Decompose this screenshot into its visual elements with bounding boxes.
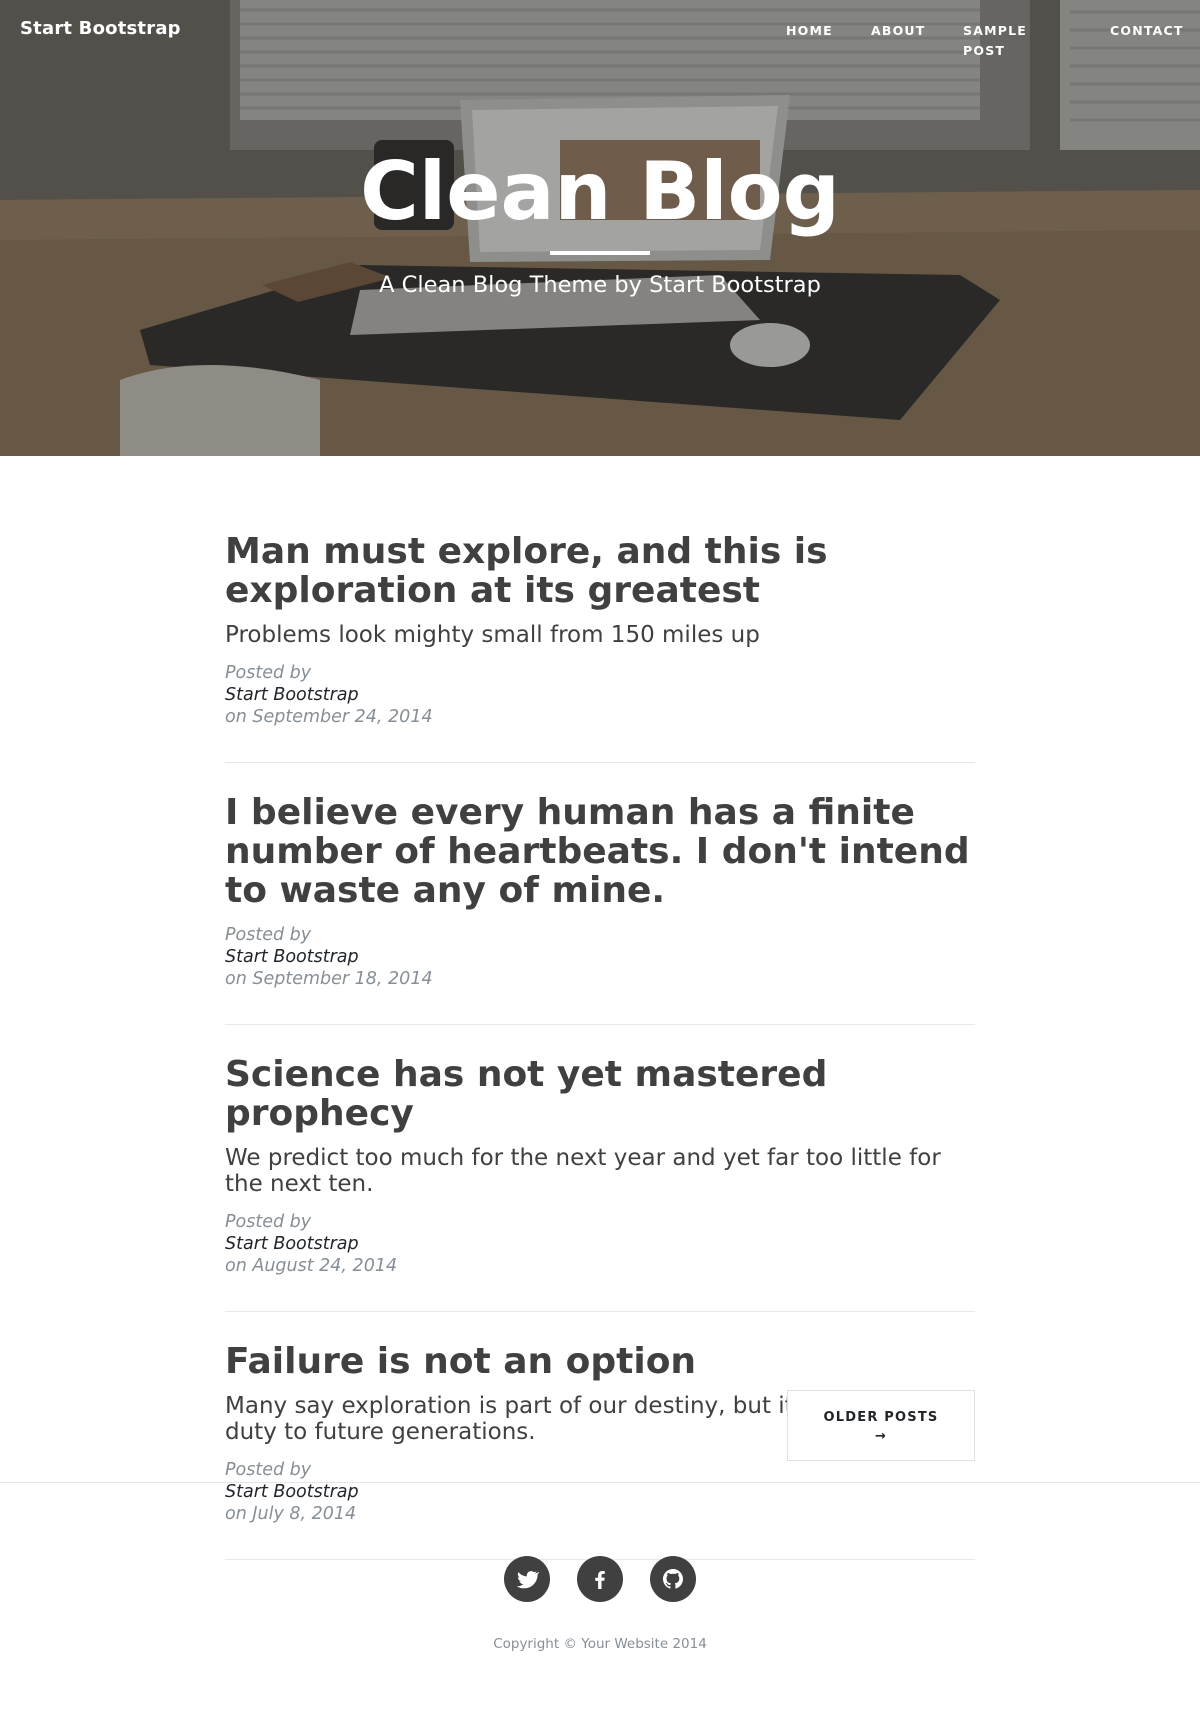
post-meta-prefix: Posted by	[225, 1460, 312, 1480]
post-preview: I believe every human has a finite numbe…	[225, 793, 975, 1025]
nav-home[interactable]: HOME	[786, 21, 833, 41]
facebook-button[interactable]	[577, 1556, 623, 1602]
site-heading: Clean Blog A Clean Blog Theme by Start B…	[0, 148, 1200, 299]
masthead: Start Bootstrap HOME ABOUT SAMPLE POST C…	[0, 0, 1200, 456]
heading-divider	[550, 251, 650, 255]
post-author-link[interactable]: Start Bootstrap	[225, 1233, 975, 1255]
site-subtitle: A Clean Blog Theme by Start Bootstrap	[379, 272, 821, 298]
nav-about[interactable]: ABOUT	[871, 21, 926, 41]
post-subtitle[interactable]: Problems look mighty small from 150 mile…	[225, 622, 975, 648]
post-author-link[interactable]: Start Bootstrap	[225, 684, 975, 706]
post-link[interactable]: Man must explore, and this is exploratio…	[225, 532, 975, 648]
nav-contact[interactable]: CONTACT	[1110, 21, 1184, 41]
nav-sample-post[interactable]: SAMPLE POST	[963, 21, 1043, 61]
post-link[interactable]: Science has not yet mastered prophecy We…	[225, 1055, 975, 1197]
post-date: on August 24, 2014	[225, 1256, 398, 1276]
post-title[interactable]: I believe every human has a finite numbe…	[225, 793, 975, 910]
footer-divider	[0, 1482, 1200, 1483]
older-posts-button[interactable]: OLDER POSTS →	[787, 1390, 975, 1461]
twitter-icon	[516, 1571, 539, 1589]
post-meta: Posted by Start Bootstrap on August 24, …	[225, 1211, 975, 1277]
post-meta-prefix: Posted by	[225, 663, 312, 683]
post-title[interactable]: Failure is not an option	[225, 1342, 975, 1381]
post-title[interactable]: Science has not yet mastered prophecy	[225, 1055, 975, 1133]
main-navbar: Start Bootstrap HOME ABOUT SAMPLE POST C…	[0, 0, 1200, 60]
post-link[interactable]: I believe every human has a finite numbe…	[225, 793, 975, 910]
post-title[interactable]: Man must explore, and this is exploratio…	[225, 532, 975, 610]
post-meta: Posted by Start Bootstrap on July 8, 201…	[225, 1459, 975, 1525]
github-icon	[663, 1569, 684, 1589]
post-author-link[interactable]: Start Bootstrap	[225, 946, 975, 968]
post-date: on July 8, 2014	[225, 1504, 357, 1524]
copyright-text: Copyright © Your Website 2014	[493, 1636, 707, 1652]
twitter-button[interactable]	[503, 1556, 550, 1602]
github-button[interactable]	[650, 1556, 697, 1602]
post-author-link[interactable]: Start Bootstrap	[225, 1481, 975, 1503]
post-meta: Posted by Start Bootstrap on September 1…	[225, 924, 975, 990]
social-links	[0, 1556, 1200, 1602]
older-posts-label: OLDER POSTS	[823, 1410, 939, 1425]
post-date: on September 18, 2014	[225, 969, 433, 989]
post-meta-prefix: Posted by	[225, 925, 312, 945]
arrow-right-icon: →	[874, 1429, 888, 1444]
post-subtitle[interactable]: We predict too much for the next year an…	[225, 1145, 975, 1197]
pager: OLDER POSTS →	[787, 1390, 975, 1461]
post-meta-prefix: Posted by	[225, 1212, 312, 1232]
site-title: Clean Blog	[360, 145, 840, 238]
brand-link[interactable]: Start Bootstrap	[20, 18, 181, 39]
post-preview: Science has not yet mastered prophecy We…	[225, 1055, 975, 1312]
post-meta: Posted by Start Bootstrap on September 2…	[225, 662, 975, 728]
post-preview: Man must explore, and this is exploratio…	[225, 532, 975, 763]
facebook-icon	[595, 1571, 605, 1589]
post-date: on September 24, 2014	[225, 707, 433, 727]
